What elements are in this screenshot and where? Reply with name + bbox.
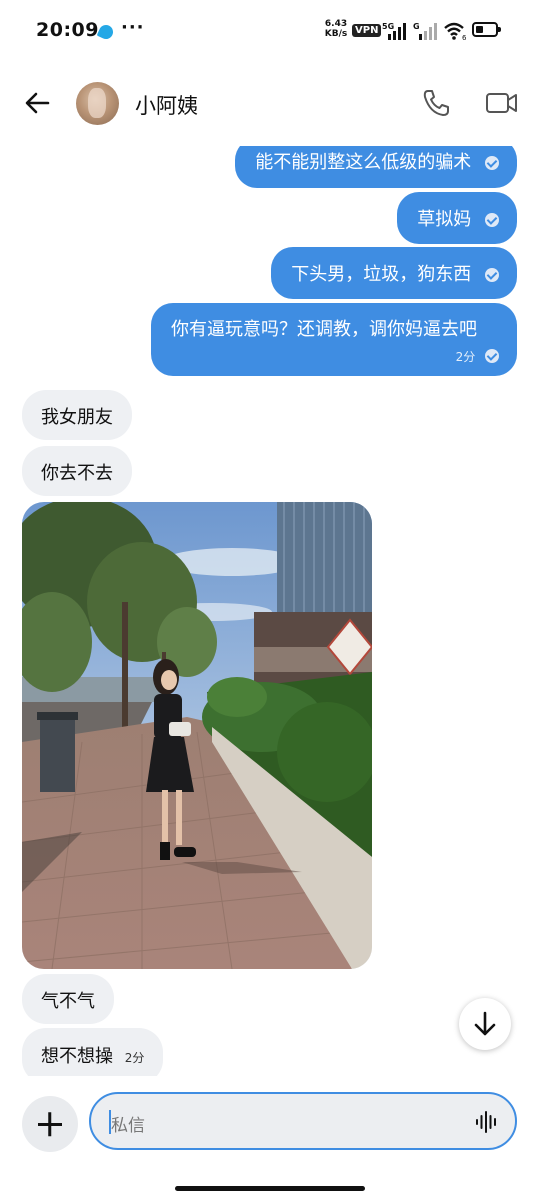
contact-avatar[interactable] — [76, 82, 119, 125]
phone-call-icon[interactable] — [420, 87, 452, 119]
voice-message-icon[interactable] — [475, 1111, 499, 1133]
battery-icon — [472, 22, 501, 37]
outgoing-message[interactable]: 你有逼玩意吗？还调教，调你妈逼去吧 2分 — [151, 303, 517, 376]
message-time: 2分 — [124, 1051, 145, 1065]
back-arrow-icon[interactable] — [22, 87, 54, 119]
message-text: 气不气 — [41, 991, 95, 1012]
status-time: 20:09 — [36, 19, 99, 41]
message-composer: 私信 — [0, 1082, 539, 1162]
signal-5g-icon: 5G — [382, 22, 406, 40]
outgoing-message[interactable]: 下头男，垃圾，狗东西 — [271, 247, 517, 299]
signal-g-icon: G — [413, 22, 437, 40]
scroll-to-bottom-button[interactable] — [459, 998, 511, 1050]
video-call-icon[interactable] — [485, 90, 519, 116]
home-indicator[interactable] — [175, 1186, 365, 1191]
network-speed-unit: KB/s — [324, 29, 348, 39]
read-check-icon — [485, 268, 499, 282]
wifi-sub-label: 6 — [462, 34, 467, 41]
photo-message[interactable] — [22, 502, 372, 969]
message-time: 2分 — [455, 350, 476, 364]
incoming-message[interactable]: 我女朋友 — [22, 390, 132, 440]
outgoing-message[interactable]: 草拟妈 — [397, 192, 517, 244]
message-list[interactable]: 能不能别整这么低级的骗术 草拟妈 下头男，垃圾，狗东西 你有逼玩意吗？还调教，调… — [0, 146, 539, 1076]
wifi-icon: 6 — [444, 22, 467, 41]
more-notifications-icon: ··· — [121, 17, 145, 38]
app-notification-icon — [96, 22, 116, 42]
status-bar: 20:09 ··· 6.43 KB/s VPN 5G G 6 — [0, 0, 539, 62]
message-text: 能不能别整这么低级的骗术 — [255, 152, 472, 173]
read-check-icon — [485, 213, 499, 227]
outgoing-message[interactable]: 能不能别整这么低级的骗术 — [235, 146, 517, 188]
network-speed: 6.43 KB/s — [323, 19, 349, 39]
add-attachment-button[interactable] — [22, 1096, 78, 1152]
message-input[interactable]: 私信 — [89, 1092, 517, 1150]
incoming-message[interactable]: 想不想操 2分 — [22, 1028, 164, 1076]
message-input-placeholder: 私信 — [111, 1116, 145, 1136]
network-speed-value: 6.43 — [324, 19, 348, 29]
read-check-icon — [485, 349, 499, 363]
arrow-down-icon — [474, 1011, 496, 1036]
incoming-message[interactable]: 你去不去 — [22, 446, 132, 496]
message-text: 我女朋友 — [41, 407, 113, 428]
signal-5g-label: 5G — [382, 22, 394, 31]
message-text: 下头男，垃圾，狗东西 — [291, 264, 472, 285]
message-text: 草拟妈 — [417, 209, 472, 230]
read-check-icon — [485, 156, 499, 170]
vpn-badge: VPN — [352, 24, 382, 37]
chat-header: 小阿姨 — [0, 62, 539, 146]
incoming-message[interactable]: 气不气 — [22, 974, 114, 1024]
message-text: 你有逼玩意吗？还调教，调你妈逼去吧 — [171, 319, 477, 340]
contact-name[interactable]: 小阿姨 — [135, 90, 198, 120]
message-text: 想不想操 — [41, 1046, 113, 1067]
signal-g-label: G — [413, 22, 420, 31]
message-text: 你去不去 — [41, 463, 113, 484]
